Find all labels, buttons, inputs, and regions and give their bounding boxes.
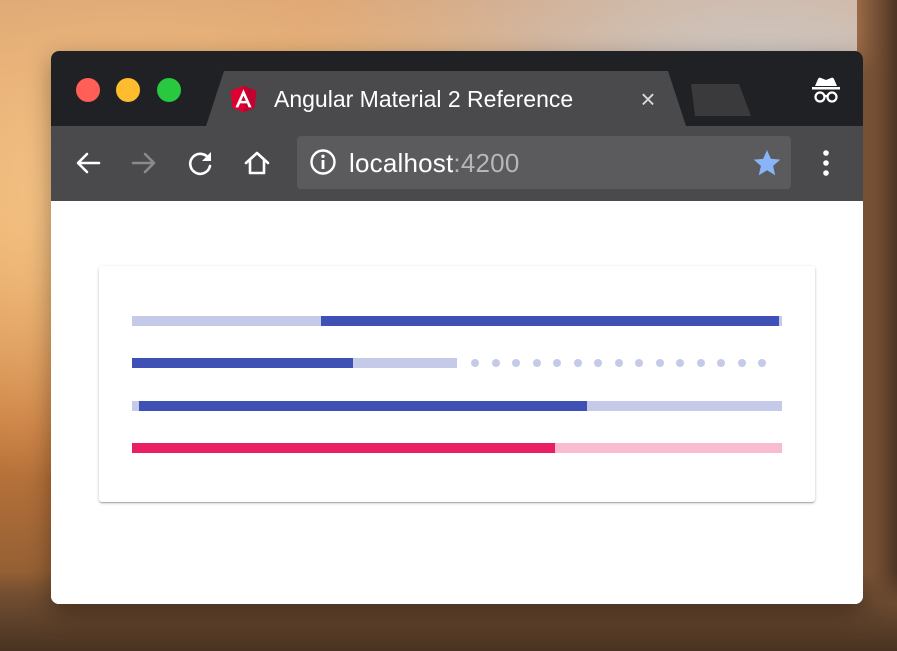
url-host: localhost <box>349 148 454 178</box>
maximize-window-button[interactable] <box>157 78 181 102</box>
progress-fill <box>321 316 779 326</box>
progress-bar-query <box>132 316 782 326</box>
reload-icon[interactable] <box>186 148 216 178</box>
home-icon[interactable] <box>242 148 272 178</box>
desktop-wallpaper-cliff <box>857 0 897 651</box>
tab-close-button[interactable]: × <box>636 84 660 114</box>
url-port: :4200 <box>453 148 520 178</box>
buffer-dot <box>594 359 602 367</box>
buffer-dot <box>676 359 684 367</box>
buffer-dot <box>533 359 541 367</box>
buffer-dot <box>758 359 766 367</box>
tab-title: Angular Material 2 Reference <box>274 86 574 112</box>
buffer-dot <box>697 359 705 367</box>
progress-bar-buffer <box>132 358 782 368</box>
buffer-dot <box>717 359 725 367</box>
buffer-dot <box>656 359 664 367</box>
more-vert-icon[interactable] <box>816 148 836 178</box>
browser-tab[interactable]: Angular Material 2 Reference × <box>206 71 686 126</box>
minimize-window-button[interactable] <box>116 78 140 102</box>
url-text: localhost:4200 <box>349 148 520 179</box>
buffer-dot <box>635 359 643 367</box>
browser-toolbar: localhost:4200 <box>51 126 863 201</box>
progress-fill <box>132 358 353 368</box>
incognito-icon <box>809 73 843 107</box>
progress-fill <box>139 401 587 411</box>
star-icon[interactable] <box>752 148 782 178</box>
buffer-dot <box>512 359 520 367</box>
close-window-button[interactable] <box>76 78 100 102</box>
progress-bar-determinate-accent <box>132 443 782 453</box>
progress-bar-indeterminate <box>132 401 782 411</box>
page-viewport <box>51 201 863 604</box>
progress-fill <box>132 443 555 453</box>
arrow-right-icon[interactable] <box>129 148 159 178</box>
buffer-dot <box>553 359 561 367</box>
info-icon[interactable] <box>309 148 337 176</box>
angular-icon <box>230 84 257 114</box>
buffer-dot <box>574 359 582 367</box>
buffer-dot <box>492 359 500 367</box>
title-bar: Angular Material 2 Reference × <box>51 51 863 126</box>
progress-card <box>99 266 815 502</box>
browser-window: Angular Material 2 Reference × localhost… <box>51 51 863 604</box>
buffer-dot <box>738 359 746 367</box>
address-bar[interactable]: localhost:4200 <box>297 136 791 189</box>
new-tab-button[interactable] <box>691 84 751 116</box>
arrow-left-icon[interactable] <box>73 148 103 178</box>
buffer-dot <box>471 359 479 367</box>
buffer-dot <box>615 359 623 367</box>
